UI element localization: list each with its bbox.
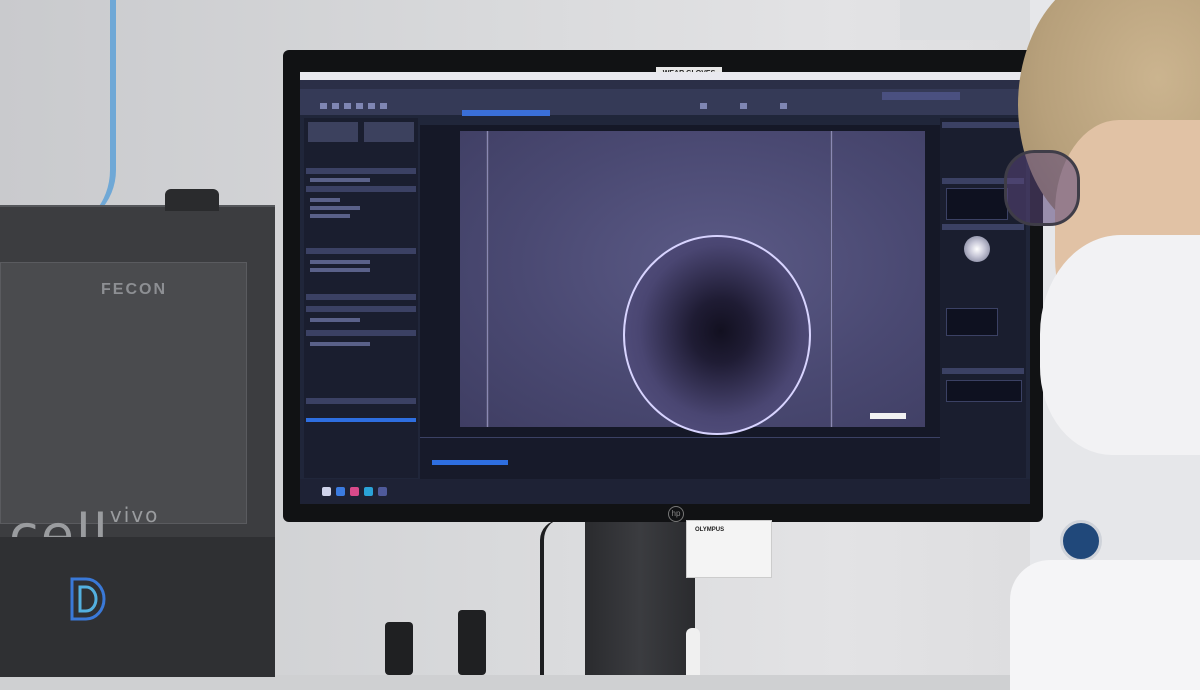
monitor-cables <box>540 520 574 675</box>
instrument-front-panel: FECON cellvivo <box>0 262 247 566</box>
stand-card-title: OLYMPUS <box>695 527 725 533</box>
navigator-icon[interactable] <box>964 236 990 262</box>
toolbar-button[interactable] <box>344 103 351 109</box>
toolbar-button[interactable] <box>320 103 327 109</box>
toolbar-button[interactable] <box>780 103 787 109</box>
panel-setting-row[interactable] <box>310 206 360 210</box>
toolbar-button[interactable] <box>740 103 747 109</box>
histogram-box <box>946 188 1008 220</box>
panel-section-header[interactable] <box>306 398 416 404</box>
snapshot-button[interactable] <box>364 122 414 142</box>
toolbar-tab[interactable] <box>906 92 934 100</box>
scale-bar <box>870 413 906 419</box>
live-button[interactable] <box>308 122 358 142</box>
panel-setting-row[interactable] <box>310 214 350 218</box>
spheroid-cell <box>623 235 811 435</box>
lab-coat <box>1010 560 1200 690</box>
app-titlebar <box>300 72 1030 80</box>
explorer-icon[interactable] <box>336 487 345 496</box>
dropper-bottle <box>686 628 700 675</box>
instrument-knob <box>165 189 219 211</box>
position-box <box>946 308 998 336</box>
panel-setting-row[interactable] <box>310 178 370 182</box>
brand-superscript: vivo <box>109 503 160 527</box>
objective-lens <box>385 622 413 675</box>
experiment-tree-panel <box>420 437 940 480</box>
acquisition-panel <box>304 118 418 478</box>
panel-setting-row[interactable] <box>310 342 370 346</box>
cellvivo-instrument: FECON cellvivo <box>0 189 275 677</box>
panel-section-header[interactable] <box>306 168 416 174</box>
face-mask <box>1040 235 1200 455</box>
monitor-stand <box>585 522 695 675</box>
blue-tube <box>40 0 116 230</box>
toolbar-tab[interactable] <box>932 92 960 100</box>
panel-section-header[interactable] <box>306 330 416 336</box>
image-viewer[interactable] <box>420 125 940 437</box>
hp-logo-icon: hp <box>668 506 684 522</box>
safety-glasses <box>1004 150 1080 226</box>
instrument-lower-body <box>0 537 275 677</box>
os-taskbar <box>300 479 1030 504</box>
micrograph-image[interactable] <box>460 131 925 435</box>
panel-setting-row[interactable] <box>310 198 340 202</box>
toolbar-button[interactable] <box>356 103 363 109</box>
selected-experiment-item[interactable] <box>306 418 416 422</box>
start-icon[interactable] <box>322 487 331 496</box>
toolbar-button[interactable] <box>700 103 707 109</box>
panel-section-header[interactable] <box>306 248 416 254</box>
channel-wall-right <box>830 131 833 427</box>
active-document-tab[interactable] <box>462 110 550 116</box>
instrument-maker-logo: FECON <box>101 281 167 298</box>
panel-section-header[interactable] <box>306 294 416 300</box>
panel-setting-row[interactable] <box>310 260 370 264</box>
toolbar-button[interactable] <box>380 103 387 109</box>
watermark-logo-icon <box>70 577 106 621</box>
objective-lens <box>458 610 486 675</box>
monitor-screen <box>300 72 1030 504</box>
toolbar-button[interactable] <box>332 103 339 109</box>
imaging-app-icon[interactable] <box>378 487 387 496</box>
panel-setting-row[interactable] <box>310 268 370 272</box>
app-icon[interactable] <box>350 487 359 496</box>
channel-wall-left <box>486 131 489 427</box>
toolbar-button[interactable] <box>368 103 375 109</box>
panel-section-header[interactable] <box>306 186 416 192</box>
panel-section-header[interactable] <box>306 306 416 312</box>
toolbar-tab[interactable] <box>882 92 908 100</box>
app-menubar <box>300 80 1030 89</box>
browser-icon[interactable] <box>364 487 373 496</box>
app-toolbar <box>300 89 1030 115</box>
selected-file-item[interactable] <box>432 460 508 465</box>
panel-setting-row[interactable] <box>310 318 360 322</box>
scientist <box>1000 0 1200 690</box>
stand-info-card: OLYMPUS <box>686 520 772 578</box>
